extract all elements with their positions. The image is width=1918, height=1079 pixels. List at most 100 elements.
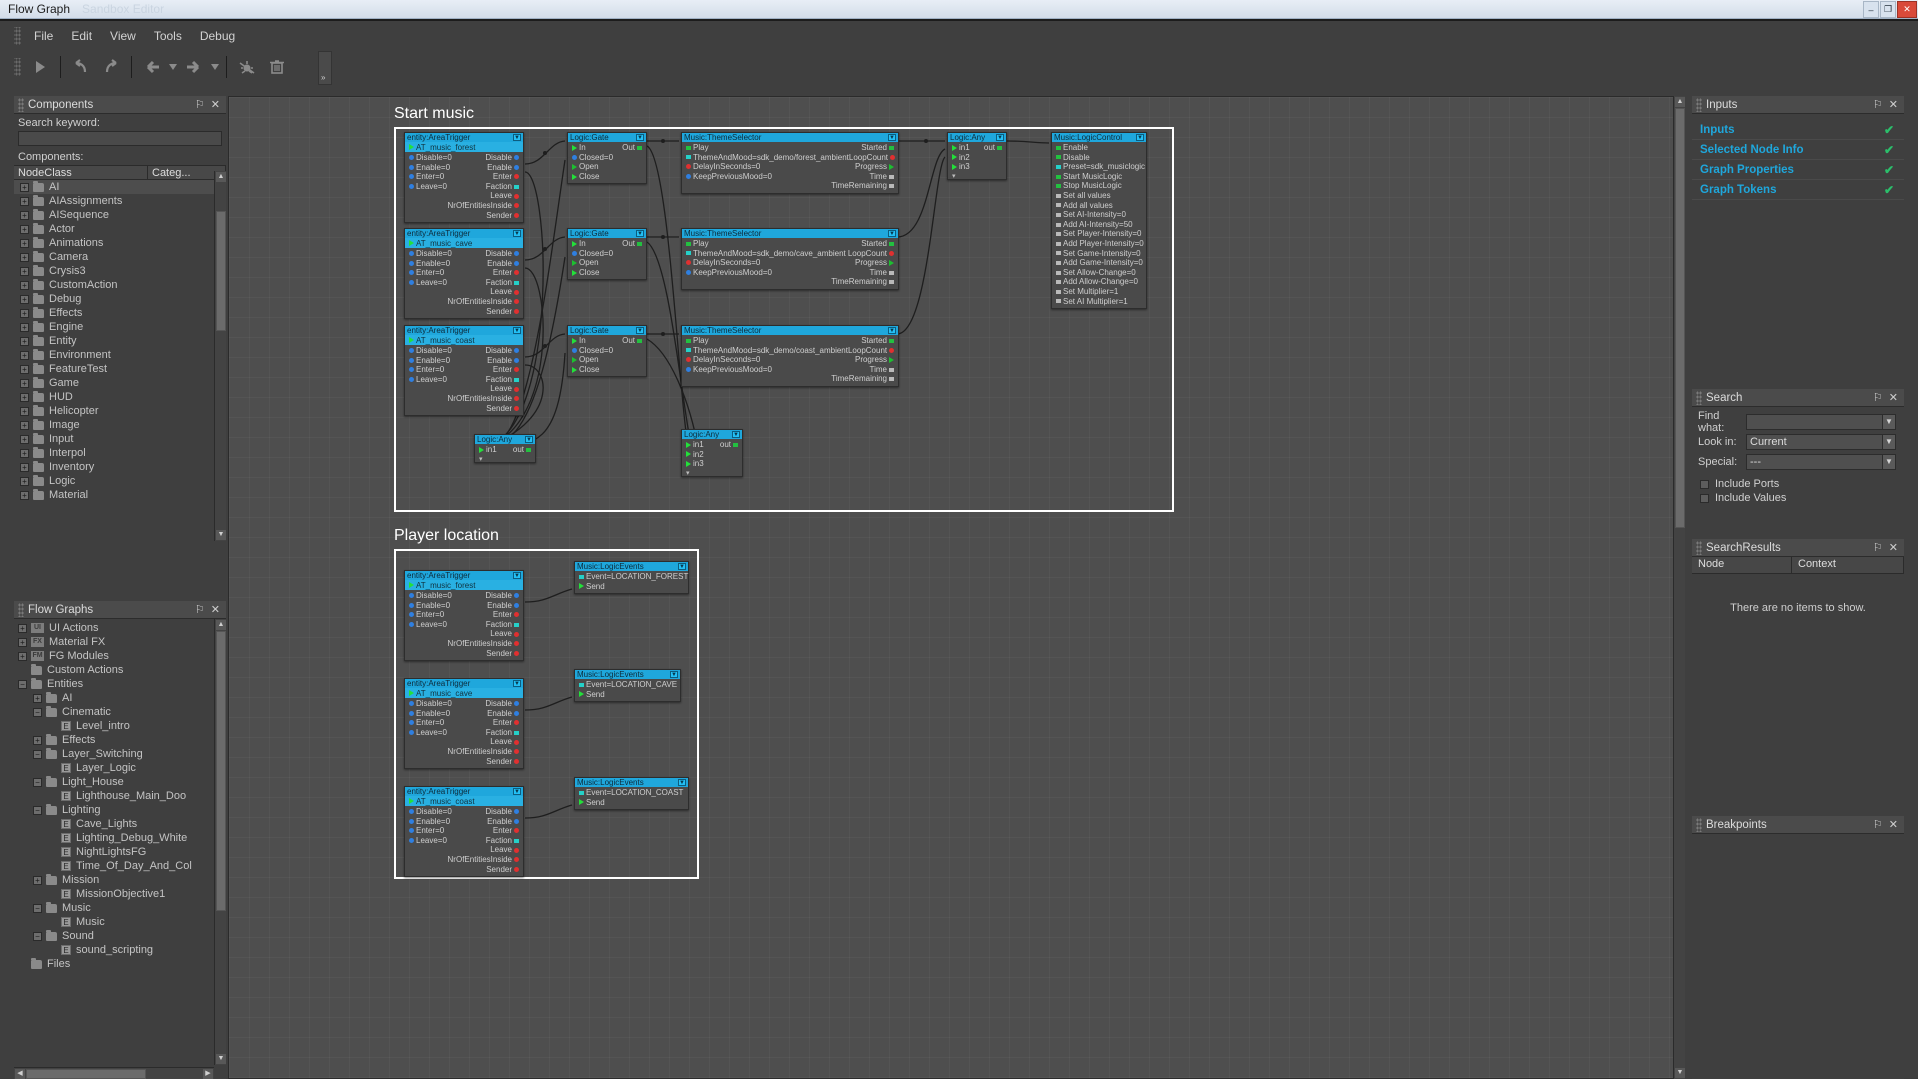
scrollbar-thumb[interactable] xyxy=(216,211,226,331)
node-input-port[interactable]: Add Allow-Change=0 xyxy=(1052,277,1138,287)
node-output-port[interactable]: Enter xyxy=(464,365,523,375)
port-pin-icon[interactable] xyxy=(686,146,691,150)
expander-icon[interactable]: + xyxy=(18,624,27,633)
chevron-down-icon[interactable]: ▼ xyxy=(513,788,521,795)
node-mle3[interactable]: Music:LogicEvents▼Event=LOCATION_COASTSe… xyxy=(574,777,689,810)
node-output-port[interactable]: Progress xyxy=(790,258,898,268)
node-input-port[interactable]: Enter=0 xyxy=(405,172,464,182)
inputs-item-graph-properties[interactable]: Graph Properties✔ xyxy=(1692,160,1904,180)
flowgraph-item-ui-actions[interactable]: +UIUI Actions xyxy=(14,621,226,635)
scroll-up-icon[interactable]: ▲ xyxy=(216,620,226,630)
node-header[interactable]: Music:LogicEvents▼ xyxy=(575,670,680,679)
node-output-port[interactable]: Enable xyxy=(464,356,523,366)
node-output-port[interactable]: Enable xyxy=(464,817,523,827)
port-pin-icon[interactable] xyxy=(1056,290,1061,294)
scroll-up-icon[interactable]: ▲ xyxy=(1675,97,1685,107)
scrollbar-thumb[interactable] xyxy=(216,631,226,911)
searchresults-panel-header[interactable]: SearchResults ⚐ ✕ xyxy=(1692,539,1904,557)
node-output-port[interactable]: out xyxy=(505,445,535,455)
expander-icon[interactable]: + xyxy=(20,211,29,220)
node-input-port[interactable]: Open xyxy=(568,258,607,268)
port-pin-icon[interactable] xyxy=(572,357,577,363)
port-pin-icon[interactable] xyxy=(514,213,519,218)
collapser-icon[interactable]: − xyxy=(33,932,42,941)
port-pin-icon[interactable] xyxy=(686,451,691,457)
node-header[interactable]: entity:AreaTrigger▼ xyxy=(405,229,523,238)
node-at_coast[interactable]: entity:AreaTrigger▼AT_music_coastDisable… xyxy=(404,325,524,416)
flowgraphs-hscrollbar[interactable]: ◀ ▶ xyxy=(14,1067,214,1079)
node-input-port[interactable]: Set AI Multiplier=1 xyxy=(1052,297,1128,307)
entity-pin-icon[interactable] xyxy=(409,798,414,804)
node-header[interactable]: Logic:Any▼ xyxy=(475,435,535,444)
port-pin-icon[interactable] xyxy=(514,651,519,656)
flowgraph-item-layer-logic[interactable]: ELayer_Logic xyxy=(14,761,226,775)
node-input-port[interactable]: Open xyxy=(568,355,607,365)
port-pin-icon[interactable] xyxy=(572,270,577,276)
include-ports-checkbox[interactable] xyxy=(1700,480,1709,489)
port-pin-icon[interactable] xyxy=(409,828,414,833)
column-nodeclass[interactable]: NodeClass xyxy=(14,166,148,179)
node-input-port[interactable]: Closed=0 xyxy=(568,153,613,163)
node-output-port[interactable]: Leave xyxy=(464,845,523,855)
close-icon[interactable]: ✕ xyxy=(211,603,220,616)
node-entity-row[interactable]: AT_music_coast xyxy=(405,335,523,345)
node-output-port[interactable]: TimeRemaining xyxy=(790,181,898,191)
node-theme1[interactable]: Music:ThemeSelector▼PlayStartedThemeAndM… xyxy=(681,132,899,194)
port-pin-icon[interactable] xyxy=(889,242,894,246)
node-input-port[interactable]: Enter=0 xyxy=(405,268,464,278)
entity-pin-icon[interactable] xyxy=(409,582,414,588)
node-input-port[interactable]: KeepPreviousMood=0 xyxy=(682,365,790,375)
node-output-port[interactable]: Time xyxy=(790,172,898,182)
node-input-port[interactable]: Disable xyxy=(1052,153,1099,163)
port-pin-icon[interactable] xyxy=(409,358,414,363)
check-icon[interactable]: ✔ xyxy=(1884,163,1894,177)
port-pin-icon[interactable] xyxy=(686,251,691,255)
port-pin-icon[interactable] xyxy=(579,691,584,697)
node-input-port[interactable]: ThemeAndMood=sdk_demo/cave_ambient xyxy=(682,249,846,259)
back-icon[interactable] xyxy=(137,52,167,82)
components-panel-header[interactable]: Components ⚐ ✕ xyxy=(14,96,226,114)
inputs-item-inputs[interactable]: Inputs✔ xyxy=(1692,120,1904,140)
expander-icon[interactable]: + xyxy=(33,694,42,703)
port-pin-icon[interactable] xyxy=(637,339,642,343)
port-pin-icon[interactable] xyxy=(514,155,519,160)
port-pin-icon[interactable] xyxy=(514,203,519,208)
port-pin-icon[interactable] xyxy=(686,260,691,265)
node-output-port[interactable]: Faction xyxy=(464,620,523,630)
node-output-port[interactable]: LoopCount xyxy=(849,153,899,163)
node-input-port[interactable]: Set all values xyxy=(1052,191,1111,201)
node-input-port[interactable]: DelayInSeconds=0 xyxy=(682,355,790,365)
expander-icon[interactable]: + xyxy=(20,463,29,472)
port-pin-icon[interactable] xyxy=(686,155,691,159)
node-input-port[interactable]: Start MusicLogic xyxy=(1052,172,1122,182)
node-input-port[interactable]: Send xyxy=(575,798,632,808)
port-pin-icon[interactable] xyxy=(889,251,894,256)
node-output-port[interactable]: NrOfEntitiesInside xyxy=(448,201,523,211)
port-pin-icon[interactable] xyxy=(572,367,577,373)
node-input-port[interactable]: Send xyxy=(575,582,632,592)
flowgraphs-tree[interactable]: +UIUI Actions+FXMaterial FX+FMFG Modules… xyxy=(14,619,226,1065)
expander-icon[interactable]: + xyxy=(20,183,29,192)
node-input-port[interactable]: in2 xyxy=(682,450,712,460)
port-pin-icon[interactable] xyxy=(1056,251,1061,255)
node-header[interactable]: entity:AreaTrigger▼ xyxy=(405,326,523,335)
flowgraph-item-nightlightsfg[interactable]: ENightLightsFG xyxy=(14,845,226,859)
pin-icon[interactable]: ⚐ xyxy=(1873,391,1883,404)
node-output-port[interactable]: Enable xyxy=(464,709,523,719)
node-any_low[interactable]: Logic:Any▼in1outin2in3▾ xyxy=(681,429,743,477)
node-input-port[interactable]: Add Game-Intensity=0 xyxy=(1052,258,1143,268)
port-pin-icon[interactable] xyxy=(409,280,414,285)
special-dropdown-icon[interactable]: ▼ xyxy=(1882,455,1895,469)
port-pin-icon[interactable] xyxy=(514,593,519,598)
node-output-port[interactable]: Out xyxy=(607,336,646,346)
column-node[interactable]: Node xyxy=(1692,557,1792,573)
port-pin-icon[interactable] xyxy=(514,281,519,285)
expander-icon[interactable]: + xyxy=(20,309,29,318)
menu-tools[interactable]: Tools xyxy=(145,26,191,46)
node-output-port[interactable]: NrOfEntitiesInside xyxy=(448,855,523,865)
component-item-customaction[interactable]: +CustomAction xyxy=(14,278,226,292)
node-output-port[interactable]: Enter xyxy=(464,826,523,836)
check-icon[interactable]: ✔ xyxy=(1884,143,1894,157)
chevron-down-icon[interactable]: ▼ xyxy=(670,671,678,678)
pin-icon[interactable]: ⚐ xyxy=(1873,818,1883,831)
